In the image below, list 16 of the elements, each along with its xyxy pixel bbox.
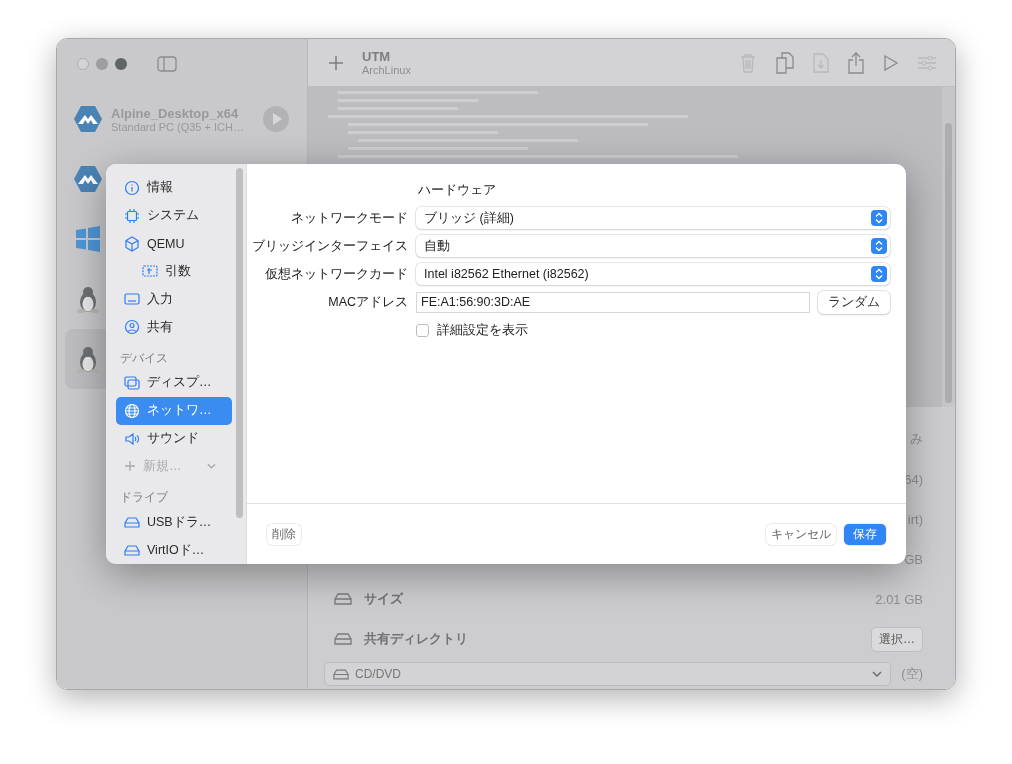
drive-status: (空) [901, 665, 923, 683]
section-header: ドライブ [119, 490, 169, 506]
section-header: デバイス [119, 350, 169, 366]
field-label: 仮想ネットワークカード [264, 265, 408, 283]
detail-value: irt) [907, 511, 923, 527]
field-label: ブリッジインターフェイス [251, 237, 408, 255]
field-label: ネットワークモード [290, 209, 408, 227]
detail-value: 2.01 GB [875, 591, 923, 607]
detail-label: 共有ディレクトリ [364, 630, 468, 648]
field-label: MACアドレス [327, 293, 408, 311]
section-title: ハードウェア [418, 181, 496, 199]
window-subtitle: ArchLinux [362, 64, 412, 76]
detail-value: GB [904, 551, 923, 567]
window-title: UTM [362, 49, 392, 64]
checkbox-label: 詳細設定を表示 [437, 321, 528, 339]
detail-label: サイズ [364, 590, 403, 608]
